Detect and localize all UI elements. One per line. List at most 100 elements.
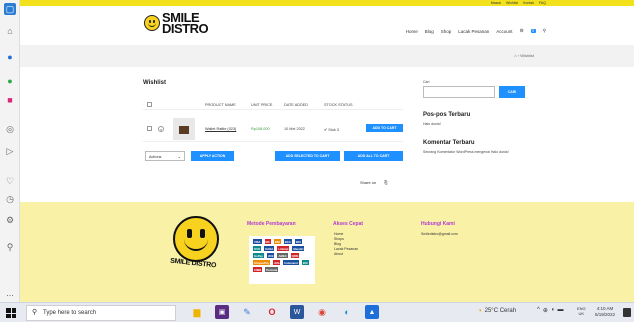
payment-logo: Mandiri [292,246,305,251]
logo-text-line2: DISTRO [162,21,209,36]
breadcrumb[interactable]: ⌂ › Wishlist [514,53,534,58]
payment-logo: BSI [301,260,309,265]
stock-status: ✔ Stok 3 [324,128,340,132]
taskbar-apps: ▆ ▣ ✎ O W ◉ ◐ ▲ [190,305,379,319]
chevron-up-icon[interactable]: ^ [537,307,540,314]
payment-logo: OVO [253,246,262,251]
smiley-logo-icon [144,15,160,31]
product-name-link[interactable]: Wallet Rattle (023) [205,127,236,131]
column-date-added: DATE ADDED [284,102,308,107]
nav-shop[interactable]: Shop [441,29,452,34]
edge-icon[interactable]: ▢ [4,3,16,15]
heart-icon[interactable]: ♡ [4,175,16,187]
row-checkbox[interactable] [147,126,152,131]
purple-app-icon[interactable]: ▣ [215,305,229,319]
nav-account[interactable]: Account [496,29,512,34]
more-icon[interactable]: ... [4,287,16,299]
column-stock-status: STOCK STATUS [324,102,353,107]
breadcrumb-bar: ⌂ › Wishlist [20,45,634,67]
home-icon[interactable]: ⌂ [4,25,16,37]
payment-logo: Alfa [273,260,281,265]
clock-icon[interactable]: ◷ [4,193,16,205]
nav-blog[interactable]: Blog [425,29,434,34]
pin-icon[interactable]: ⚲ [4,241,16,253]
select-all-checkbox[interactable] [147,102,152,107]
payment-logo: BRI [294,239,302,244]
taskbar-search-placeholder: Type here to search [43,310,97,316]
edge-icon[interactable]: ◐ [340,305,354,319]
site-header: SMILE DISTRO Home Blog Shop Lacak Pesana… [20,6,634,40]
web-page: Masuk Wishlist Kontak FAQ SMILE DISTRO H… [20,0,634,302]
quick-access-title: Akses Cepat [333,221,364,227]
payment-logos: VISA MC BNI BCA BRI OVO DANA LinkAja Man… [249,236,315,284]
payment-logo: MC [264,239,271,244]
notification-icon[interactable] [623,308,631,317]
wishlist-actions: Actions ⌄ APPLY ACTION ADD SELECTED TO C… [143,150,403,162]
column-product-name: PRODUCT NAME [205,102,236,107]
nav-home[interactable]: Home [406,29,418,34]
site-footer: SMILE DISTRO Metode Pembayaran VISA MC B… [20,202,634,302]
photos-icon[interactable]: ▲ [365,305,379,319]
payment-logo: CIMB [253,267,263,272]
site-logo[interactable]: SMILE DISTRO [144,11,209,36]
payment-logo: BCA [283,239,292,244]
chrome-icon[interactable]: ◉ [315,305,329,319]
add-all-to-cart-button[interactable]: ADD ALL TO CART [344,151,403,161]
gear-icon[interactable]: ⚙ [4,214,16,226]
payment-logo: AMEX [277,253,288,258]
cart-icon[interactable]: ⊚ [520,28,524,34]
system-tray: ^ ⊕ ◖ ▬ [537,307,563,314]
product-thumbnail[interactable] [173,118,195,140]
remove-icon[interactable]: × [158,126,164,132]
footer-link-about[interactable]: About [334,252,358,257]
taskbar: ⚲ Type here to search ▆ ▣ ✎ O W ◉ ◐ ▲ ◑ … [0,302,634,322]
sidebar-widgets: Cari CARI Pos-pos Terbaru Halo dunia! Ko… [423,80,525,154]
language-indicator[interactable]: ENG UK [577,306,586,316]
file-explorer-icon[interactable]: ▆ [190,305,204,319]
wishlist-table-header: PRODUCT NAME UNIT PRICE DATE ADDED STOCK… [143,100,403,110]
weather-widget[interactable]: ◑ 25°C Cerah [478,308,516,314]
recent-post-link[interactable]: Halo dunia! [423,122,525,126]
action-select[interactable]: Actions ⌄ [145,151,185,161]
cart-count-badge[interactable]: 0 [530,29,536,33]
windows-start-icon[interactable] [6,308,16,318]
add-selected-to-cart-button[interactable]: ADD SELECTED TO CART [275,151,340,161]
clock[interactable]: 4:10 AM 5/19/2022 [595,306,615,318]
search-input[interactable] [423,86,495,98]
recent-comment-link[interactable]: Seorang Komentator WordPress mengenai Ha… [423,150,525,154]
search-button[interactable]: CARI [499,86,525,98]
network-icon[interactable]: ⊕ [543,307,548,314]
action-select-value: Actions [149,155,162,159]
instagram-icon[interactable]: ■ [4,94,16,106]
browser-sidebar: ▢ ⌂ ● ● ■ ◎ ▷ ♡ ◷ ⚙ ⚲ ... [0,0,20,302]
recent-comments-title: Komentar Terbaru [423,140,475,146]
circle-icon[interactable]: ◎ [4,123,16,135]
contact-email[interactable]: Smiledistro@gmail.com [421,232,458,236]
taskbar-search-input[interactable]: ⚲ Type here to search [26,305,176,321]
add-to-cart-button[interactable]: ADD TO CART [366,124,403,132]
payment-logo: Indomaret [283,260,299,265]
share-icon[interactable]: ⎘ [384,180,387,185]
green-app-icon[interactable]: ● [4,75,16,87]
nav-lacak-pesanan[interactable]: Lacak Pesanan [458,29,489,34]
footer-smiley-logo-icon [173,216,219,262]
recent-posts-title: Pos-pos Terbaru [423,112,471,118]
search-icon: ⚲ [32,309,38,316]
search-icon[interactable]: ⚲ [543,28,546,34]
speaker-icon[interactable]: ◖ [551,307,555,314]
blue-app-icon[interactable]: ● [4,51,16,63]
word-icon[interactable]: W [290,305,304,319]
table-row: × Wallet Rattle (023) Rp108.000 10 Mei 2… [143,116,403,142]
search-label: Cari [423,80,430,84]
main-nav: Home Blog Shop Lacak Pesanan Account ⊚ 0… [406,28,546,34]
payment-logo: GoPay [253,253,264,258]
payment-logo: DANA [264,246,275,251]
apply-action-button[interactable]: APPLY ACTION [191,151,234,161]
battery-icon[interactable]: ▬ [557,307,563,314]
opera-icon[interactable]: O [265,305,279,319]
pen-app-icon[interactable]: ✎ [240,305,254,319]
chevron-down-icon: ⌄ [177,154,181,159]
date-added: 10 Mei 2022 [284,127,305,131]
play-icon[interactable]: ▷ [4,145,16,157]
payment-logo: Permata [265,267,279,272]
